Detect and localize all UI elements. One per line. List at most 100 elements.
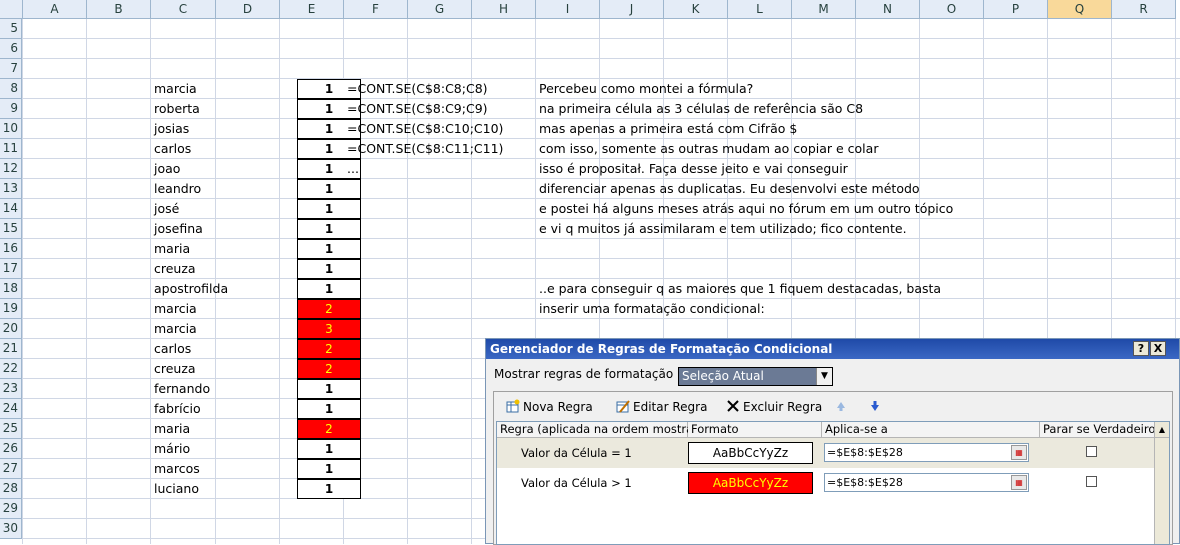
column-header-format[interactable]: Formato	[688, 422, 822, 438]
cell-count[interactable]: 1	[297, 459, 361, 479]
column-header-r[interactable]: R	[1112, 0, 1176, 19]
move-down-button[interactable]	[868, 399, 885, 415]
move-up-button[interactable]	[834, 399, 851, 415]
row-header-14[interactable]: 14	[0, 199, 22, 219]
new-rule-button[interactable]: Nova Regra	[506, 399, 593, 415]
cell-count[interactable]: 1	[297, 399, 361, 419]
cell-count[interactable]: 1	[297, 219, 361, 239]
cell-formula[interactable]: ...	[347, 159, 359, 179]
cell-name[interactable]: mário	[154, 439, 190, 459]
cell-formula[interactable]: =CONT.SE(C$8:C10;C10)	[347, 119, 503, 139]
column-header-i[interactable]: I	[536, 0, 600, 19]
column-header-p[interactable]: P	[984, 0, 1048, 19]
rule-row[interactable]: Valor da Célula > 1 AaBbCcYyZz =$E$8:$E$…	[497, 468, 1155, 498]
cell-count[interactable]: 1	[297, 259, 361, 279]
row-header-27[interactable]: 27	[0, 459, 22, 479]
cell-name[interactable]: carlos	[154, 339, 191, 359]
cell-note[interactable]: Percebeu como montei a fórmula?	[539, 79, 753, 99]
cell-name[interactable]: luciano	[154, 479, 199, 499]
row-header-15[interactable]: 15	[0, 219, 22, 239]
cell-name[interactable]: fabrício	[154, 399, 201, 419]
cell-note[interactable]: e postei há alguns meses atrás aqui no f…	[539, 199, 953, 219]
help-button[interactable]: ?	[1133, 341, 1149, 356]
cell-count[interactable]: 2	[297, 419, 361, 439]
cell-note[interactable]: com isso, somente as outras mudam ao cop…	[539, 139, 878, 159]
scrollbar[interactable]: ▲	[1154, 422, 1169, 544]
delete-rule-button[interactable]: Excluir Regra	[726, 399, 822, 415]
cell-name[interactable]: marcia	[154, 79, 197, 99]
show-rules-select[interactable]: Seleção Atual ▼	[678, 367, 833, 386]
row-header-23[interactable]: 23	[0, 379, 22, 399]
row-header-10[interactable]: 10	[0, 119, 22, 139]
scroll-up-icon[interactable]: ▲	[1155, 422, 1169, 438]
cell-note[interactable]: ..e para conseguir q as maiores que 1 fi…	[539, 279, 941, 299]
column-header-b[interactable]: B	[87, 0, 151, 19]
cell-name[interactable]: carlos	[154, 139, 191, 159]
chevron-down-icon[interactable]: ▼	[816, 368, 832, 385]
cell-count[interactable]: 1	[297, 179, 361, 199]
row-header-11[interactable]: 11	[0, 139, 22, 159]
row-header-22[interactable]: 22	[0, 359, 22, 379]
column-header-h[interactable]: H	[472, 0, 536, 19]
row-header-24[interactable]: 24	[0, 399, 22, 419]
stop-if-true-checkbox[interactable]	[1086, 446, 1097, 457]
cell-note[interactable]: diferenciar apenas as duplicatas. Eu des…	[539, 179, 920, 199]
column-header-g[interactable]: G	[408, 0, 472, 19]
cell-name[interactable]: joao	[154, 159, 180, 179]
cell-formula[interactable]: =CONT.SE(C$8:C9;C9)	[347, 99, 488, 119]
cell-name[interactable]: marcia	[154, 299, 197, 319]
cell-name[interactable]: josias	[154, 119, 189, 139]
rule-row[interactable]: Valor da Célula = 1 AaBbCcYyZz =$E$8:$E$…	[497, 438, 1155, 468]
row-header-26[interactable]: 26	[0, 439, 22, 459]
applies-to-input[interactable]: =$E$8:$E$28 ▦	[824, 443, 1029, 462]
column-header-f[interactable]: F	[344, 0, 408, 19]
column-header-applies[interactable]: Aplica-se a	[822, 422, 1040, 438]
row-header-18[interactable]: 18	[0, 279, 22, 299]
cell-formula[interactable]: =CONT.SE(C$8:C8;C8)	[347, 79, 488, 99]
row-header-7[interactable]: 7	[0, 59, 22, 79]
cell-note[interactable]: isso é propositał. Faça desse jeito e va…	[539, 159, 848, 179]
cell-count[interactable]: 1	[297, 199, 361, 219]
column-header-j[interactable]: J	[600, 0, 664, 19]
cell-name[interactable]: fernando	[154, 379, 210, 399]
cell-note[interactable]: mas apenas a primeira está com Cifrão $	[539, 119, 797, 139]
column-header-a[interactable]: A	[23, 0, 87, 19]
row-header-19[interactable]: 19	[0, 299, 22, 319]
column-header-e[interactable]: E	[280, 0, 344, 19]
row-header-13[interactable]: 13	[0, 179, 22, 199]
cell-name[interactable]: roberta	[154, 99, 200, 119]
column-header-d[interactable]: D	[216, 0, 280, 19]
cell-name[interactable]: marcia	[154, 319, 197, 339]
cell-name[interactable]: josé	[154, 199, 179, 219]
cell-name[interactable]: maria	[154, 239, 190, 259]
row-header-17[interactable]: 17	[0, 259, 22, 279]
cell-note[interactable]: na primeira célula as 3 células de refer…	[539, 99, 863, 119]
cell-name[interactable]: marcos	[154, 459, 200, 479]
cell-count[interactable]: 2	[297, 359, 361, 379]
row-header-25[interactable]: 25	[0, 419, 22, 439]
cell-name[interactable]: creuza	[154, 359, 196, 379]
cell-name[interactable]: apostrofilda	[154, 279, 228, 299]
cell-name[interactable]: josefina	[154, 219, 203, 239]
row-header-6[interactable]: 6	[0, 39, 22, 59]
row-header-29[interactable]: 29	[0, 499, 22, 519]
edit-rule-button[interactable]: Editar Regra	[616, 399, 707, 415]
column-header-k[interactable]: K	[664, 0, 728, 19]
cell-name[interactable]: creuza	[154, 259, 196, 279]
row-header-21[interactable]: 21	[0, 339, 22, 359]
row-header-12[interactable]: 12	[0, 159, 22, 179]
column-header-rule[interactable]: Regra (aplicada na ordem mostrada)	[497, 422, 712, 438]
row-header-30[interactable]: 30	[0, 519, 22, 539]
range-picker-icon[interactable]: ▦	[1011, 445, 1027, 460]
cell-name[interactable]: maria	[154, 419, 190, 439]
cell-count[interactable]: 2	[297, 339, 361, 359]
cell-count[interactable]: 1	[297, 479, 361, 499]
range-picker-icon[interactable]: ▦	[1011, 475, 1027, 490]
column-header-q[interactable]: Q	[1048, 0, 1112, 19]
cell-count[interactable]: 2	[297, 299, 361, 319]
cell-count[interactable]: 3	[297, 319, 361, 339]
cell-note[interactable]: inserir uma formatação condicional:	[539, 299, 765, 319]
row-header-16[interactable]: 16	[0, 239, 22, 259]
column-header-n[interactable]: N	[856, 0, 920, 19]
column-header-m[interactable]: M	[792, 0, 856, 19]
